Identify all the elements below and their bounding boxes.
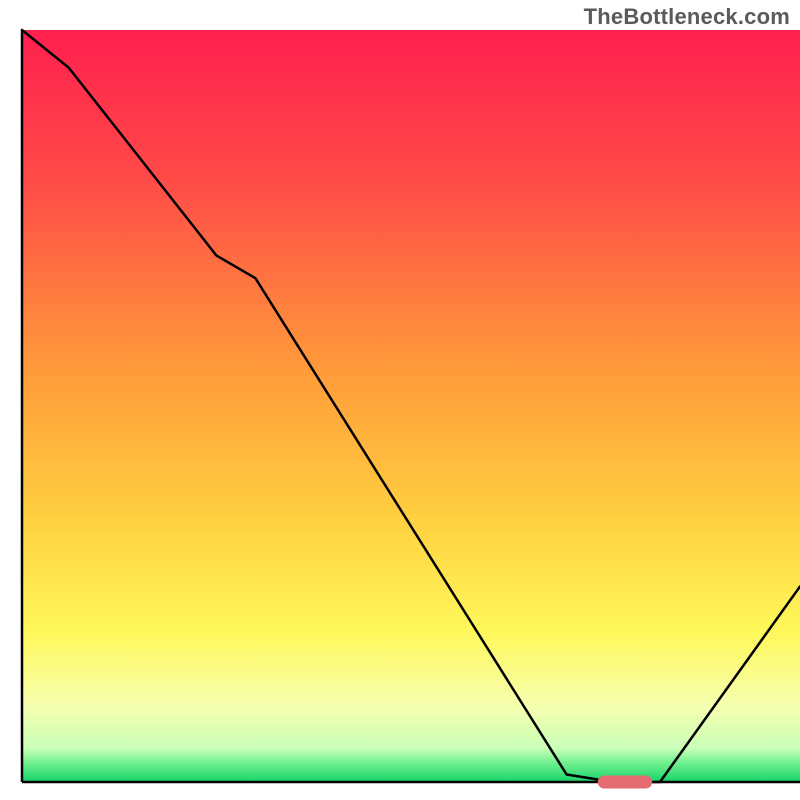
bottleneck-chart: [0, 0, 800, 800]
chart-container: TheBottleneck.com: [0, 0, 800, 800]
plot-background: [22, 30, 800, 782]
watermark-text: TheBottleneck.com: [584, 4, 790, 30]
sweet-spot-marker: [598, 776, 652, 789]
